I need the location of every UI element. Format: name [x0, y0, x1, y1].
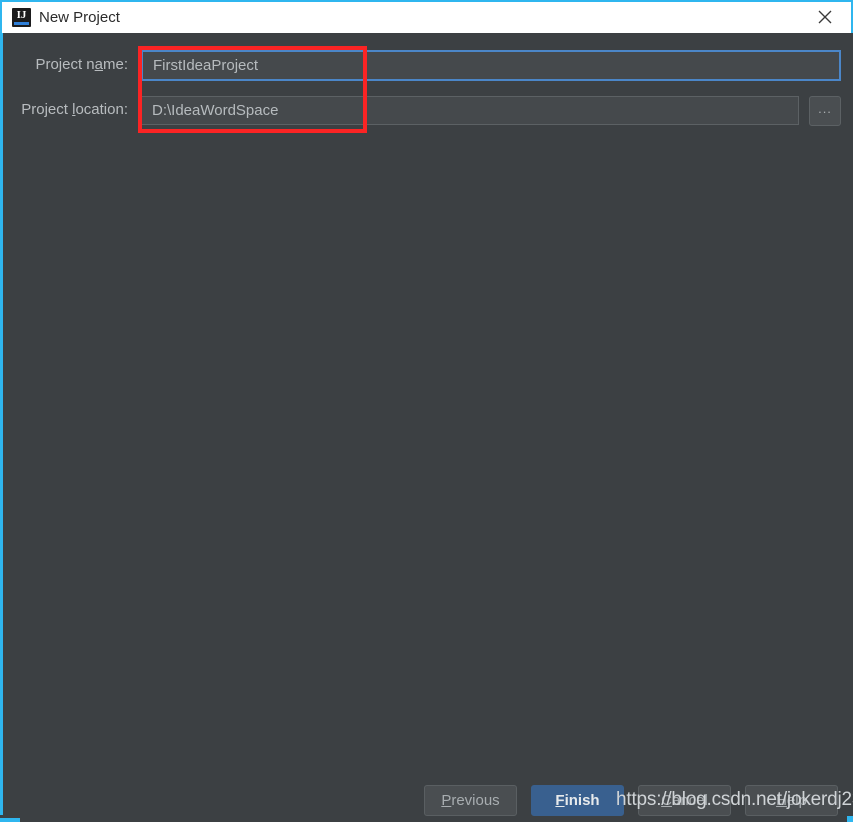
help-button[interactable]: Help	[745, 785, 838, 816]
close-button[interactable]	[803, 2, 847, 33]
ellipsis-icon: ...	[818, 101, 832, 116]
close-icon	[818, 10, 832, 24]
previous-button[interactable]: Previous	[424, 785, 517, 816]
project-name-mnemonic: a	[94, 56, 103, 73]
intellij-idea-icon: IJ	[12, 8, 31, 27]
bottom-accent-border	[0, 818, 20, 822]
app-icon-underline	[14, 22, 29, 25]
project-name-label: Project name:	[35, 56, 128, 73]
dialog-title: New Project	[39, 9, 120, 26]
project-location-label: Project location:	[21, 101, 128, 118]
finish-button[interactable]: Finish	[531, 785, 624, 816]
left-accent-border	[0, 33, 3, 815]
project-name-input[interactable]: FirstIdeaProject	[141, 50, 841, 81]
new-project-dialog: IJ New Project Project name: FirstIdeaPr…	[0, 0, 853, 822]
browse-location-button[interactable]: ...	[809, 96, 841, 126]
dialog-titlebar: IJ New Project	[0, 0, 853, 33]
corner-accent-marker	[847, 816, 853, 822]
app-icon-letters: IJ	[16, 9, 27, 21]
cancel-button[interactable]: Cancel	[638, 785, 731, 816]
project-location-input[interactable]: D:\IdeaWordSpace	[141, 96, 799, 125]
